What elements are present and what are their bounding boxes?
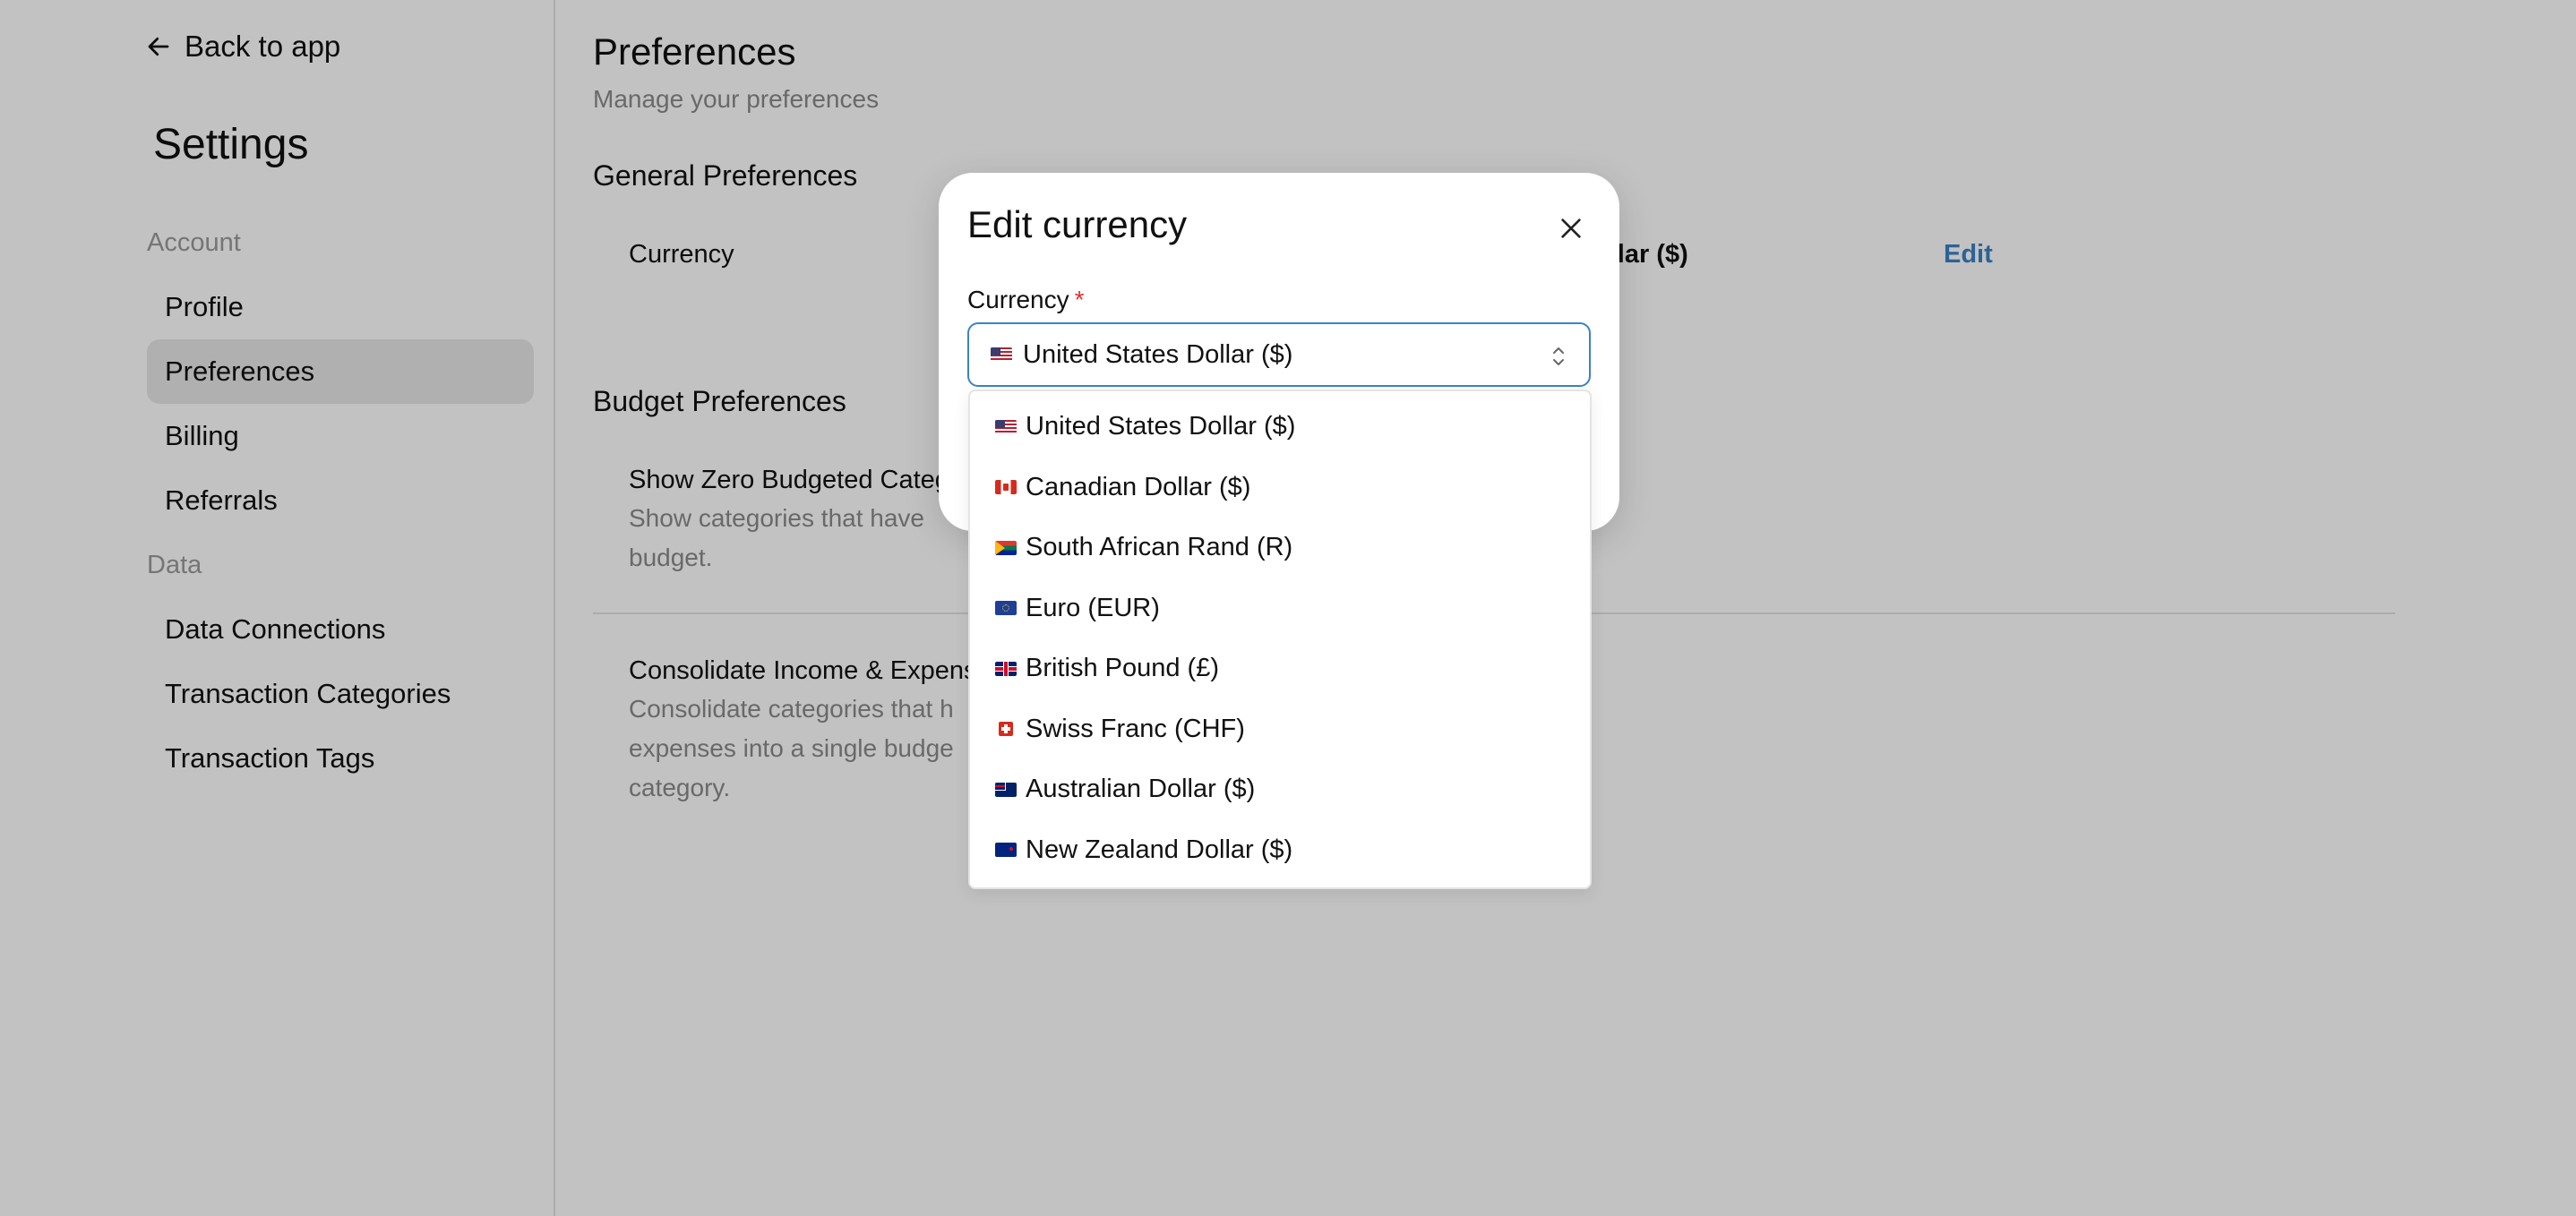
- us-flag-icon: [991, 347, 1012, 362]
- currency-option-gbp[interactable]: British Pound (£): [970, 638, 1590, 699]
- gb-flag-icon: [995, 661, 1017, 676]
- close-icon: [1561, 218, 1581, 238]
- app-root: Back to app Settings Account Profile Pre…: [0, 0, 2576, 1216]
- currency-option-chf[interactable]: Swiss Franc (CHF): [970, 699, 1590, 760]
- required-asterisk: *: [1074, 286, 1085, 313]
- currency-option-nzd[interactable]: New Zealand Dollar ($): [970, 820, 1590, 881]
- currency-option-cad[interactable]: Canadian Dollar ($): [970, 458, 1590, 518]
- option-label: Swiss Franc (CHF): [1026, 714, 1245, 743]
- close-button[interactable]: [1553, 210, 1589, 246]
- option-label: Euro (EUR): [1026, 593, 1160, 622]
- ca-flag-icon: [995, 480, 1017, 495]
- currency-option-zar[interactable]: South African Rand (R): [970, 518, 1590, 578]
- za-flag-icon: [995, 540, 1017, 555]
- option-label: British Pound (£): [1026, 654, 1219, 683]
- au-flag-icon: [995, 782, 1017, 797]
- chevron-up-down-icon: [1553, 347, 1564, 365]
- option-label: Australian Dollar ($): [1026, 775, 1256, 804]
- currency-option-usd[interactable]: United States Dollar ($): [970, 397, 1590, 458]
- option-label: Canadian Dollar ($): [1026, 472, 1251, 501]
- us-flag-icon: [995, 419, 1017, 434]
- option-label: South African Rand (R): [1026, 533, 1293, 562]
- currency-field-label-text: Currency: [967, 286, 1069, 313]
- currency-select-value: United States Dollar ($): [1023, 339, 1293, 369]
- currency-select[interactable]: United States Dollar ($): [967, 322, 1591, 387]
- currency-field-label: Currency *: [967, 286, 1085, 314]
- nz-flag-icon: [995, 843, 1017, 858]
- eu-flag-icon: [995, 601, 1017, 616]
- modal-title: Edit currency: [967, 203, 1188, 245]
- option-label: United States Dollar ($): [1026, 412, 1296, 441]
- currency-option-aud[interactable]: Australian Dollar ($): [970, 759, 1590, 820]
- option-label: New Zealand Dollar ($): [1026, 835, 1293, 864]
- currency-option-eur[interactable]: Euro (EUR): [970, 578, 1590, 639]
- ch-flag-icon: [999, 722, 1013, 737]
- currency-dropdown: United States Dollar ($) Canadian Dollar…: [968, 390, 1592, 889]
